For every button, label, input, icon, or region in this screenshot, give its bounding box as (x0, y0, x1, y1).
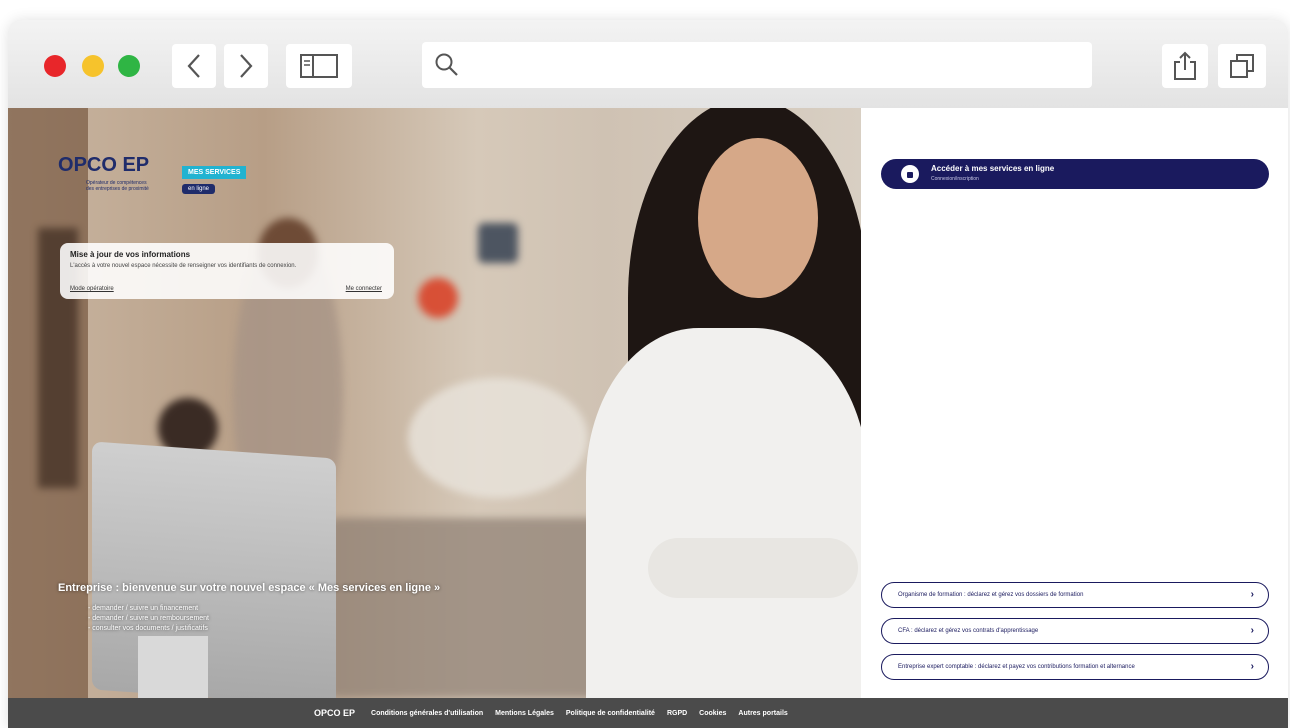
info-notice-panel: Mise à jour de vos informations L'accès … (60, 243, 394, 299)
logo-brand: PCO (73, 154, 117, 176)
wall-frame-shape (478, 223, 518, 263)
footer-link-cgu[interactable]: Conditions générales d'utilisation (371, 710, 483, 717)
access-button-subtitle: Connexion/inscription (931, 176, 979, 182)
footer-link-rgpd[interactable]: RGPD (667, 710, 687, 717)
forward-button[interactable] (224, 44, 268, 88)
notice-title: Mise à jour de vos informations (70, 250, 191, 259)
logo-ep: EP (122, 154, 150, 176)
tabs-icon (1230, 54, 1254, 78)
search-icon (435, 53, 458, 76)
user-lock-icon (901, 165, 919, 183)
minimize-window-button[interactable] (82, 55, 104, 77)
browser-window: OPCO EP Opérateur de compétences des ent… (8, 20, 1288, 728)
footer-logo[interactable]: OPCO EP (314, 708, 355, 718)
woman-arms (648, 538, 858, 598)
forward-icon (240, 54, 253, 78)
feature-item: - demander / suivre un financement (88, 605, 199, 612)
table-shape (328, 518, 608, 698)
feature-item: - demander / suivre un remboursement (88, 615, 209, 622)
chevron-right-icon: › (1250, 589, 1254, 600)
maximize-window-button[interactable] (118, 55, 140, 77)
link-label: CFA : déclarez et gérez vos contrats d'a… (898, 628, 1039, 634)
back-icon (187, 54, 200, 78)
welcome-heading: Entreprise : bienvenue sur votre nouvel … (58, 582, 441, 594)
share-icon (1174, 51, 1196, 80)
page-content: OPCO EP Opérateur de compétences des ent… (8, 108, 1288, 698)
footer-link-portails[interactable]: Autres portails (738, 710, 787, 717)
en-ligne-badge: en ligne (182, 184, 216, 194)
footer: OPCO EP Conditions générales d'utilisati… (8, 698, 1288, 728)
footer-link-mentions[interactable]: Mentions Légales (495, 710, 554, 717)
access-services-button[interactable]: Accéder à mes services en ligne Connexio… (881, 159, 1269, 189)
feature-item: - consulter vos documents / justificatif… (88, 625, 208, 632)
expert-comptable-link[interactable]: Entreprise expert comptable : déclarez e… (881, 654, 1269, 680)
access-button-title: Accéder à mes services en ligne (931, 164, 1055, 173)
monitor-shape (92, 441, 336, 698)
footer-link-confidentialite[interactable]: Politique de confidentialité (566, 710, 655, 717)
link-label: Organisme de formation : déclarez et gér… (898, 592, 1084, 598)
sidebar-icon (300, 54, 338, 78)
chevron-right-icon: › (1250, 661, 1254, 672)
woman-blouse (586, 328, 861, 698)
mode-operatoire-link[interactable]: Mode opératoire (70, 286, 114, 292)
footer-link-cookies[interactable]: Cookies (699, 710, 726, 717)
opco-logo[interactable]: OPCO EP (58, 154, 149, 177)
close-window-button[interactable] (44, 55, 66, 77)
cfa-link[interactable]: CFA : déclarez et gérez vos contrats d'a… (881, 618, 1269, 644)
tabs-button[interactable] (1218, 44, 1266, 88)
share-button[interactable] (1162, 44, 1208, 88)
organisme-formation-link[interactable]: Organisme de formation : déclarez et gér… (881, 582, 1269, 608)
sidebar-toggle-button[interactable] (286, 44, 352, 88)
counter-shape (408, 378, 588, 498)
chevron-right-icon: › (1250, 625, 1254, 636)
lamp-shape (418, 278, 458, 318)
me-connecter-link[interactable]: Me connecter (346, 286, 382, 292)
notice-description: L'accès à votre nouvel espace nécessite … (70, 263, 297, 269)
hero-image: OPCO EP Opérateur de compétences des ent… (8, 108, 861, 698)
feature-list: - demander / suivre un financement - dem… (88, 604, 209, 634)
woman-face (698, 138, 818, 298)
login-panel: Accéder à mes services en ligne Connexio… (861, 108, 1288, 698)
address-bar[interactable] (422, 42, 1092, 88)
logo-subtitle: Opérateur de compétences des entreprises… (86, 180, 149, 192)
monitor-stand (138, 636, 208, 698)
logo-o: O (58, 154, 74, 176)
browser-toolbar (8, 20, 1288, 108)
mes-services-badge: MES SERVICES (182, 166, 247, 179)
back-button[interactable] (172, 44, 216, 88)
link-label: Entreprise expert comptable : déclarez e… (898, 664, 1135, 670)
